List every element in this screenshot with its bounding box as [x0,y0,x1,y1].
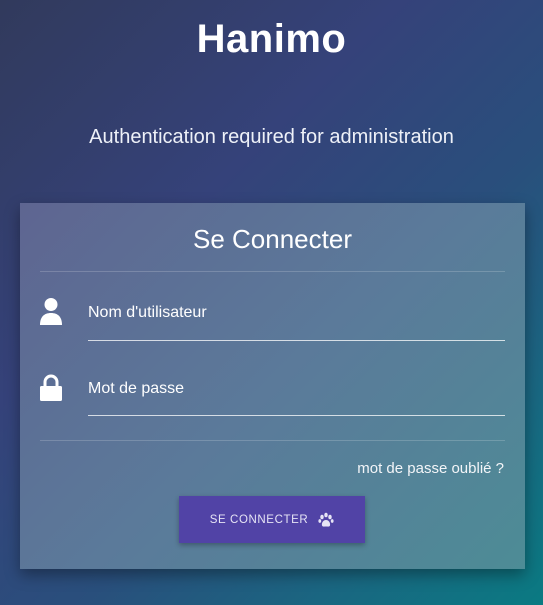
paw-icon [318,512,334,527]
app-title: Hanimo [196,17,347,61]
user-icon [40,298,62,325]
bottom-divider [40,440,505,441]
top-divider [40,271,505,272]
login-card: Se Connecter Nom d'utilisateur Mot de pa… [20,203,525,569]
login-button-label: SE CONNECTER [209,513,309,526]
username-field[interactable]: Nom d'utilisateur [88,304,207,322]
password-underline [88,415,505,416]
page-subtitle: Authentication required for administrati… [89,126,454,148]
login-card-title: Se Connecter [193,224,352,254]
password-field[interactable]: Mot de passe [88,380,184,398]
login-button[interactable]: SE CONNECTER [179,496,365,543]
lock-icon [40,374,62,401]
forgot-password-link[interactable]: mot de passe oublié ? [357,460,504,477]
username-underline [88,340,505,341]
